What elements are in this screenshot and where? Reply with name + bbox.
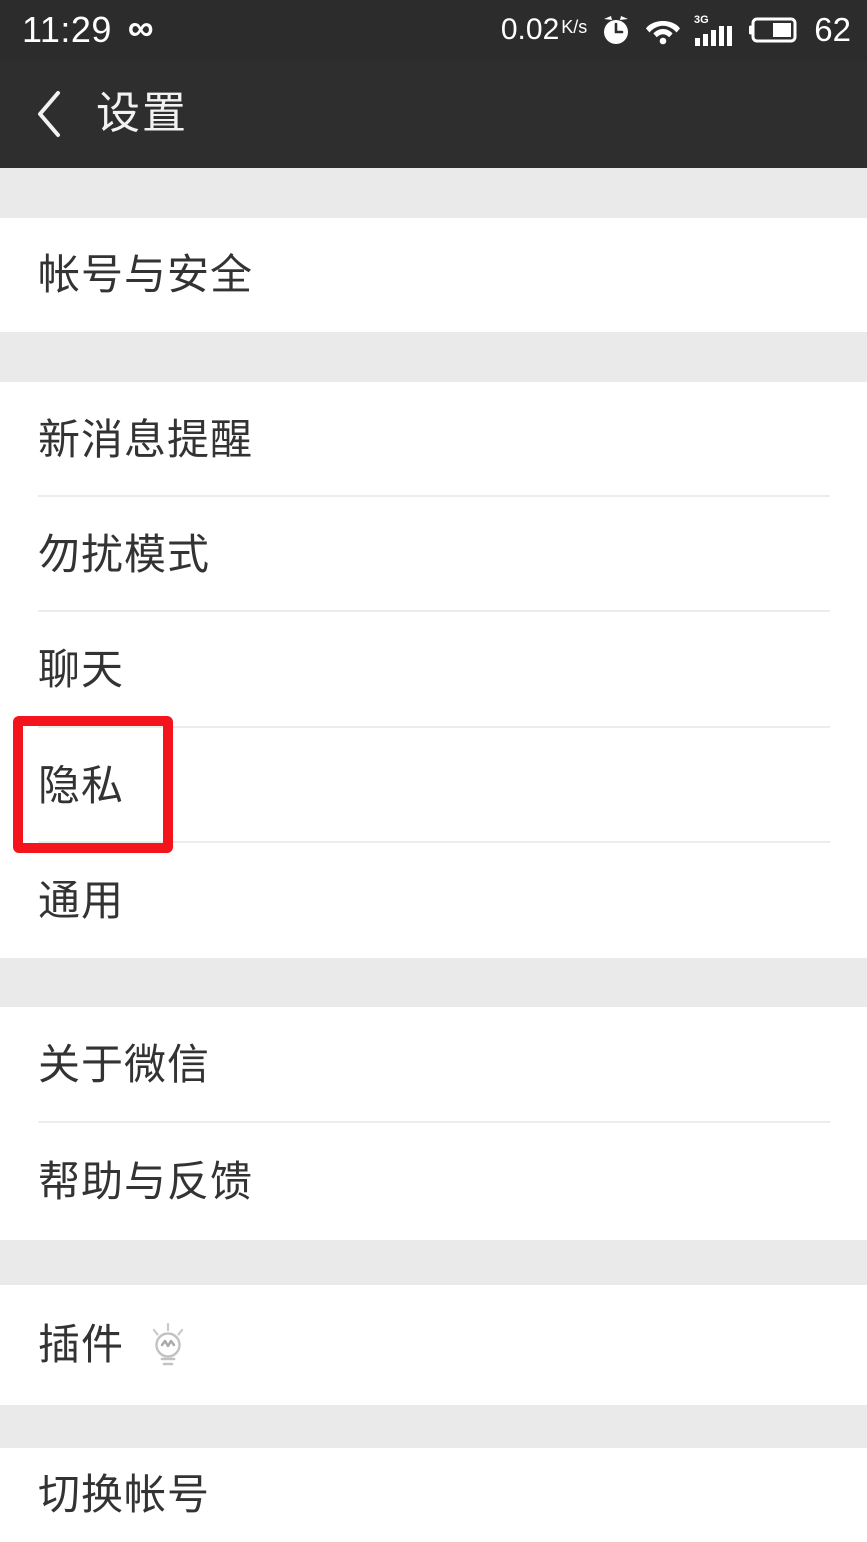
page-title: 设置 [96,89,188,138]
status-bar-left: 11:29 ∞ [22,7,154,50]
wifi-icon [645,15,681,45]
row-label: 聊天 [38,646,125,693]
row-label: 关于微信 [38,1041,211,1088]
network-speed-indicator: 0.02 K/s [501,13,587,47]
row-about-wechat[interactable]: 关于微信 [0,1007,867,1123]
lightbulb-icon [146,1321,190,1369]
settings-list: 帐号与安全 新消息提醒 勿扰模式 聊天 隐私 通用 关于微信 帮助与反馈 插件 … [0,168,867,1542]
row-label: 通用 [38,876,125,924]
section-gap [0,1405,867,1448]
settings-group-preferences: 新消息提醒 勿扰模式 聊天 隐私 通用 [0,382,867,958]
settings-group-account-switch: 切换帐号 [0,1448,867,1542]
row-do-not-disturb[interactable]: 勿扰模式 [0,497,867,612]
row-label: 插件 [38,1321,125,1368]
row-chat[interactable]: 聊天 [0,612,867,728]
row-label: 隐私 [38,761,125,809]
infinity-icon: ∞ [127,7,154,48]
signal-network-type: 3G [694,14,709,26]
battery-icon [749,16,799,44]
row-label: 新消息提醒 [38,415,254,463]
back-chevron-icon[interactable] [30,90,70,138]
settings-group-info: 关于微信 帮助与反馈 [0,1007,867,1240]
settings-group-plugins: 插件 [0,1285,867,1405]
signal-bars-icon: 3G [694,12,736,48]
row-label: 帮助与反馈 [38,1157,254,1205]
status-bar-right: 0.02 K/s 3G 62 [501,11,851,49]
network-speed-unit: K/s [561,17,588,37]
row-help-and-feedback[interactable]: 帮助与反馈 [0,1123,867,1240]
status-bar-clock: 11:29 [22,9,112,50]
settings-group-account: 帐号与安全 [0,218,867,332]
row-general[interactable]: 通用 [0,843,867,958]
row-plugins[interactable]: 插件 [0,1285,867,1405]
app-header: 设置 [0,60,867,168]
row-switch-account[interactable]: 切换帐号 [0,1448,867,1542]
network-speed-value: 0.02 [500,13,560,46]
alarm-clock-icon [600,13,632,47]
row-label: 切换帐号 [38,1471,211,1518]
battery-percentage: 62 [814,11,851,48]
row-account-and-security[interactable]: 帐号与安全 [0,218,867,332]
status-bar: 11:29 ∞ 0.02 K/s 3G 62 [0,0,867,60]
row-privacy[interactable]: 隐私 [0,728,867,843]
section-gap [0,168,867,218]
section-gap [0,958,867,1007]
row-new-message-notification[interactable]: 新消息提醒 [0,382,867,497]
settings-screen: 11:29 ∞ 0.02 K/s 3G 62 设置 帐号与安全 新消息提醒 勿扰… [0,0,867,1542]
section-gap [0,332,867,382]
section-gap [0,1240,867,1285]
row-label: 勿扰模式 [38,530,211,578]
row-label: 帐号与安全 [38,251,254,298]
